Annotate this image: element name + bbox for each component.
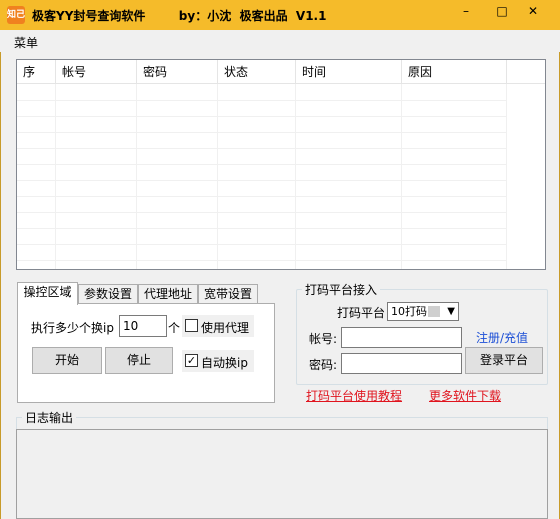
menu-item-main[interactable]: 菜单 [14, 34, 38, 51]
password-label: 密码: [309, 358, 338, 372]
tab-parameters[interactable]: 参数设置 [78, 284, 138, 304]
use-proxy-check-box[interactable] [185, 319, 198, 332]
switch-count-input[interactable]: 10 [119, 315, 167, 337]
grid-line [17, 180, 507, 181]
menu-bar: 菜单 [0, 30, 560, 52]
app-icon: 知己 [7, 6, 25, 24]
captcha-tutorial-link[interactable]: 打码平台使用教程 [306, 387, 402, 404]
stop-button[interactable]: 停止 [105, 347, 173, 374]
grid-line [295, 84, 296, 269]
grid-line [17, 196, 507, 197]
start-button[interactable]: 开始 [32, 347, 102, 374]
result-list[interactable]: 序 帐号 密码 状态 时间 原因 [16, 59, 546, 270]
grid-line [17, 164, 507, 165]
grid-line [17, 228, 507, 229]
grid-line [506, 84, 507, 269]
platform-label: 打码平台 [337, 306, 386, 320]
auto-ip-label: 自动换ip [201, 356, 248, 370]
register-recharge-link[interactable]: 注册/充值 [476, 329, 528, 346]
platform-select-value: 10打码 [391, 305, 427, 318]
log-output-area[interactable] [16, 429, 548, 519]
grid-line [17, 132, 507, 133]
platform-select[interactable]: 10打码 ▼ [387, 302, 459, 321]
auto-ip-checkbox[interactable]: ✓ 自动换ip [182, 350, 254, 372]
grid-line [17, 148, 507, 149]
column-header-reason[interactable]: 原因 [402, 60, 507, 84]
window-title: 极客YY封号查询软件 by：小沈 极客出品 V1.1 [32, 9, 327, 23]
column-header-account[interactable]: 帐号 [56, 60, 137, 84]
grid-line [17, 116, 507, 117]
grid-line [217, 84, 218, 269]
unit-label: 个 [168, 321, 181, 335]
auto-ip-check-box[interactable]: ✓ [185, 354, 198, 367]
grid-line [17, 244, 507, 245]
column-header-index[interactable]: 序 [17, 60, 56, 84]
login-platform-button[interactable]: 登录平台 [465, 347, 543, 374]
account-input[interactable] [341, 327, 462, 348]
grid-line [136, 84, 137, 269]
more-software-link[interactable]: 更多软件下载 [429, 387, 501, 404]
grid-line [55, 84, 56, 269]
column-header-status[interactable]: 状态 [218, 60, 296, 84]
list-header: 序 帐号 密码 状态 时间 原因 [17, 60, 545, 84]
captcha-group-title: 打码平台接入 [302, 281, 381, 298]
grid-line [401, 84, 402, 269]
tab-broadband[interactable]: 宽带设置 [198, 284, 258, 304]
account-label: 帐号: [309, 332, 338, 346]
use-proxy-checkbox[interactable]: 使用代理 [182, 315, 254, 337]
title-bar[interactable]: 知己 极客YY封号查询软件 by：小沈 极客出品 V1.1 – □ ✕ [0, 0, 560, 30]
use-proxy-label: 使用代理 [201, 321, 250, 335]
switch-count-label: 执行多少个换ip [31, 321, 114, 335]
tab-proxy-address[interactable]: 代理地址 [138, 284, 198, 304]
column-header-password[interactable]: 密码 [137, 60, 218, 84]
grid-line [17, 212, 507, 213]
tab-control-area[interactable]: 操控区域 [17, 282, 78, 305]
log-output-title: 日志输出 [22, 409, 77, 426]
password-input[interactable] [341, 353, 462, 374]
check-mark-icon: ✓ [186, 354, 197, 367]
close-button[interactable]: ✕ [510, 0, 556, 24]
column-header-time[interactable]: 时间 [296, 60, 402, 84]
grid-line [17, 100, 507, 101]
chevron-down-icon: ▼ [447, 306, 455, 317]
grid-line [17, 260, 507, 261]
select-highlight [428, 306, 440, 317]
minimize-button[interactable]: – [450, 0, 482, 24]
